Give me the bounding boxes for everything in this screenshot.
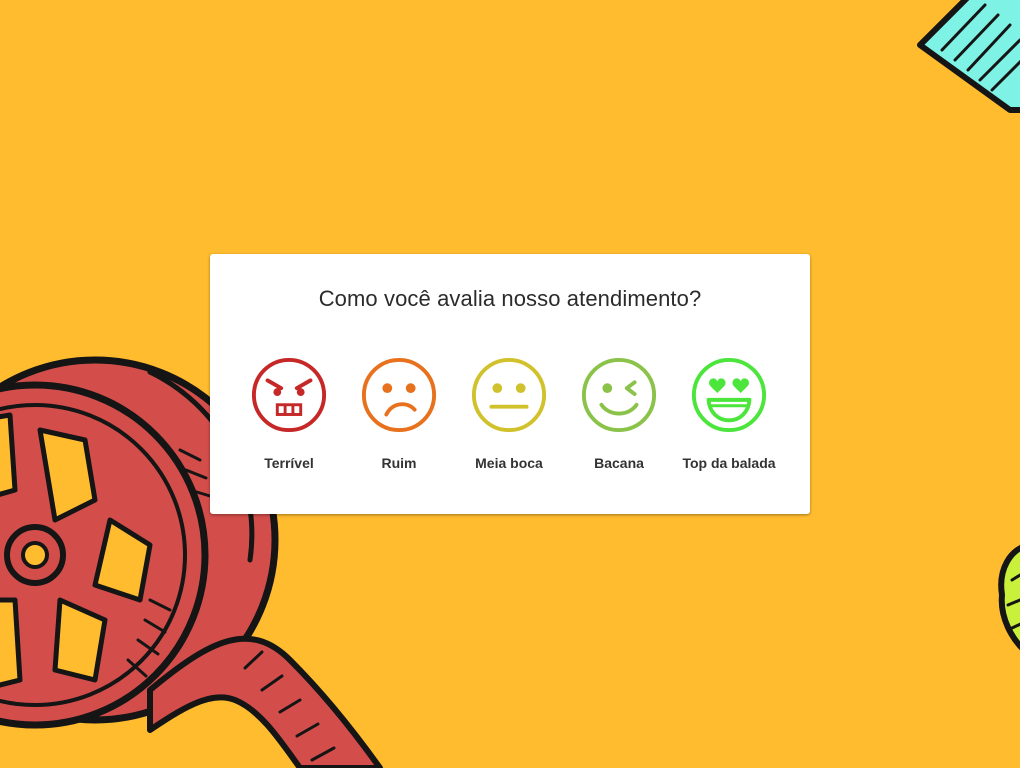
angry-face-icon bbox=[251, 357, 327, 433]
popcorn-illustration bbox=[998, 545, 1020, 651]
winking-face-icon bbox=[581, 357, 657, 433]
heart-eyes-face-icon bbox=[691, 357, 767, 433]
rating-option-top-da-balada[interactable]: Top da balada bbox=[674, 354, 784, 476]
sad-face-icon bbox=[361, 357, 437, 433]
neutral-face-icon bbox=[471, 357, 547, 433]
ticket-illustration bbox=[917, 0, 1020, 113]
rating-label: Top da balada bbox=[682, 455, 776, 471]
dialog-title: Como você avalia nosso atendimento? bbox=[318, 286, 702, 311]
rating-dialog: Como você avalia nosso atendimento? Terr… bbox=[210, 254, 810, 514]
rating-options: Terrível Ruim Meia boca Bacana Top da ba… bbox=[234, 354, 794, 484]
